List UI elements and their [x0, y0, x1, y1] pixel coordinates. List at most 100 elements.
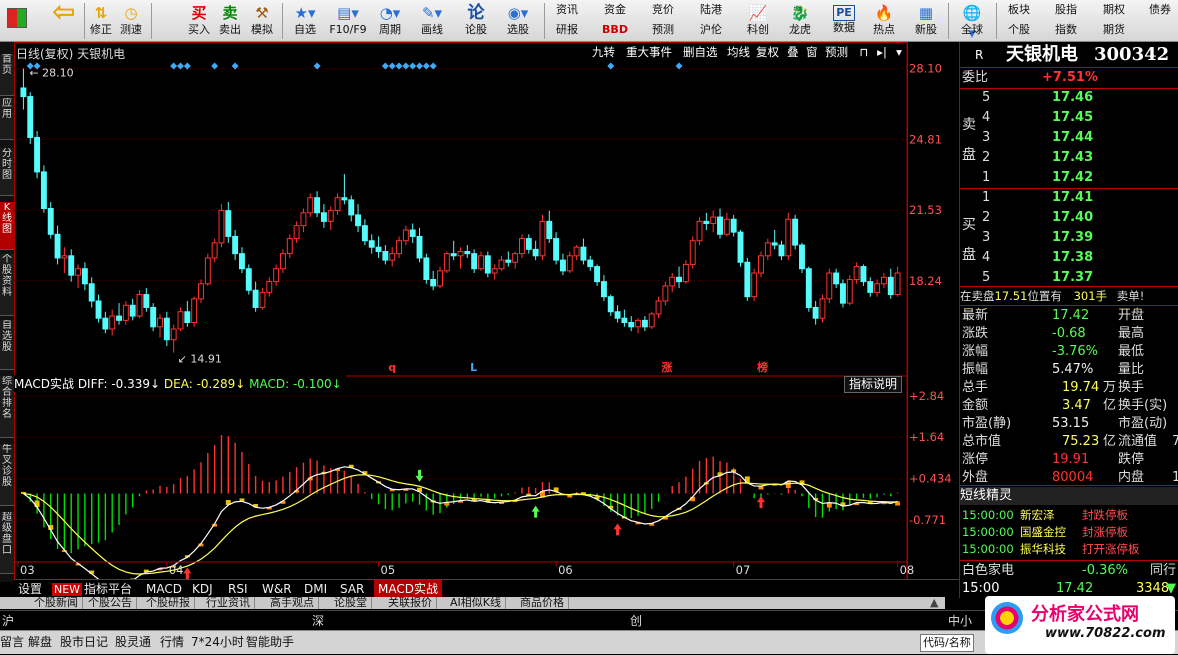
- kline-chart-area[interactable]: 28.10 24.81 21.53 18.24 ← 28.10 ↙ 14.91 q L 涨 榜 +2…: [14, 42, 959, 579]
- chart-menu-forecast[interactable]: 预测: [825, 44, 848, 61]
- tab-kdj[interactable]: KDJ: [188, 580, 217, 598]
- stat-value: -3.76%: [1052, 344, 1098, 359]
- revise-button[interactable]: ⇅ 修正: [86, 0, 116, 42]
- left-tab-ranking[interactable]: 综合排名: [0, 376, 14, 438]
- candle-body: [150, 306, 157, 328]
- new-stock-button[interactable]: ▦ 新股: [908, 0, 944, 42]
- left-tab-diagnosis[interactable]: 牛叉诊股: [0, 444, 14, 506]
- index-sme[interactable]: 中小: [948, 612, 972, 629]
- chart-menu-nine-turn[interactable]: 九转: [592, 44, 615, 61]
- candle-body: [341, 197, 348, 201]
- grid-options-button[interactable]: 期权: [1094, 0, 1134, 19]
- hot-spot-button[interactable]: 🔥 热点: [866, 0, 902, 42]
- data-button[interactable]: PE 数据: [826, 0, 862, 42]
- candle-body: [129, 304, 136, 317]
- left-tab-kline[interactable]: K线图: [0, 202, 14, 250]
- next-arrow-icon[interactable]: ▸|: [874, 44, 890, 61]
- kline-chart-svg[interactable]: 28.10 24.81 21.53 18.24 ← 28.10 ↙ 14.91 q L 涨 榜 +2…: [14, 42, 959, 579]
- tab-macd-practical[interactable]: MACD实战: [374, 580, 442, 598]
- simulate-button[interactable]: ⚒ 模拟: [246, 0, 278, 42]
- sector-row[interactable]: 白色家电 -0.36% 同行: [960, 562, 1178, 580]
- stock-select-button[interactable]: ◉▾ 选股: [498, 0, 538, 42]
- index-shenzhen[interactable]: 深: [312, 612, 324, 629]
- chart-menu-overlay[interactable]: 叠: [787, 44, 799, 61]
- stock-name: 天银机电: [1006, 44, 1078, 65]
- news-tab-forum[interactable]: 论股堂: [330, 597, 372, 609]
- tab-indicator-platform[interactable]: 指标平台: [80, 580, 136, 598]
- toolbar-home-button[interactable]: [2, 0, 32, 42]
- star-market-button[interactable]: 📈 科创: [740, 0, 776, 42]
- candle-body: [628, 322, 635, 328]
- status-assistant-button[interactable]: 智能助手: [246, 631, 294, 655]
- chart-menu-adjust[interactable]: 复权: [756, 44, 779, 61]
- left-tab-home[interactable]: 首页: [0, 54, 14, 96]
- grid-forecast-button[interactable]: 预测: [644, 20, 682, 39]
- speed-test-button[interactable]: ◷ 测速: [116, 0, 146, 42]
- candle-body: [34, 136, 41, 173]
- grid-sh-london-button[interactable]: 沪伦: [692, 20, 730, 39]
- tab-dmi[interactable]: DMI: [300, 580, 331, 598]
- left-tab-intraday[interactable]: 分时图: [0, 148, 14, 196]
- collapse-up-icon[interactable]: ▲: [926, 597, 942, 609]
- dragon-tiger-button[interactable]: 🐉 龙虎: [782, 0, 818, 42]
- chart-menu-remove-favorite[interactable]: 删自选: [683, 44, 718, 61]
- lock-icon[interactable]: ⊓: [856, 44, 872, 61]
- chart-menu-window[interactable]: 窗: [806, 44, 818, 61]
- tab-sar[interactable]: SAR: [336, 580, 368, 598]
- favorites-button[interactable]: ★▾ 自选: [285, 0, 325, 42]
- index-shanghai[interactable]: 沪: [2, 612, 14, 629]
- left-tab-apps[interactable]: 应用: [0, 98, 14, 140]
- dropdown-icon[interactable]: ▾: [892, 44, 906, 61]
- grid-index-futures-button[interactable]: 股指: [1046, 0, 1086, 19]
- sell-button[interactable]: 卖卖出: [215, 0, 245, 42]
- grid-sector-button[interactable]: 板块: [1000, 0, 1038, 19]
- candle-body: [286, 238, 293, 255]
- news-tab-stock-news[interactable]: 个股新闻: [30, 597, 83, 609]
- event-marker: 涨: [661, 360, 672, 374]
- grid-bonds-button[interactable]: 债券: [1142, 0, 1178, 19]
- chart-menu-ma[interactable]: 均线: [727, 44, 750, 61]
- status-diary-button[interactable]: 股市日记: [60, 631, 108, 655]
- tab-rsi[interactable]: RSI: [224, 580, 252, 598]
- grid-news-button[interactable]: 资讯: [548, 0, 586, 19]
- news-tab-industry[interactable]: 行业资讯: [202, 597, 255, 609]
- news-tab-announcements[interactable]: 个股公告: [84, 597, 137, 609]
- candle-body: [710, 216, 717, 225]
- grid-funds-button[interactable]: 资金: [596, 0, 634, 19]
- grid-auction-button[interactable]: 竞价: [644, 0, 682, 19]
- chart-menu-major-events[interactable]: 重大事件: [626, 44, 672, 61]
- tab-macd[interactable]: MACD: [142, 580, 186, 598]
- indicator-help-button[interactable]: 指标说明: [844, 376, 903, 393]
- grid-futures-button[interactable]: 期货: [1094, 20, 1134, 39]
- status-analysis-button[interactable]: 解盘: [28, 631, 52, 655]
- index-chinext[interactable]: 创: [630, 612, 642, 629]
- status-stockbot-button[interactable]: 股灵通: [115, 631, 151, 655]
- draw-line-button[interactable]: ✎▾ 画线: [412, 0, 452, 42]
- back-button[interactable]: ⇦: [46, 0, 80, 42]
- news-tab-related-quotes[interactable]: 关联报价: [384, 597, 437, 609]
- f10-button[interactable]: ▤▾ F10/F9: [326, 0, 370, 42]
- global-button[interactable]: 🌐▾ 全球: [952, 0, 992, 42]
- grid-hk-connect-button[interactable]: 陆港: [692, 0, 730, 19]
- code-search-input[interactable]: 代码/名称: [920, 634, 974, 652]
- status-market-button[interactable]: 行情: [160, 631, 184, 655]
- status-247-button[interactable]: 7*24小时: [191, 631, 244, 655]
- tab-wr[interactable]: W&R: [258, 580, 296, 598]
- stat-label: 总市值: [962, 434, 1002, 449]
- buy-button[interactable]: 买买入: [184, 0, 214, 42]
- left-tab-watchlist[interactable]: 自选股: [0, 320, 14, 370]
- left-tab-super-book[interactable]: 超级盘口: [0, 512, 14, 574]
- tab-settings[interactable]: 设置: [14, 580, 46, 598]
- news-tab-commodities[interactable]: 商品价格: [516, 597, 569, 609]
- grid-bbd-button[interactable]: BBD: [596, 20, 634, 39]
- period-button[interactable]: ◔▾ 周期: [370, 0, 410, 42]
- news-tab-experts[interactable]: 高手观点: [266, 597, 319, 609]
- grid-stock-button[interactable]: 个股: [1000, 20, 1038, 39]
- grid-research-button[interactable]: 研报: [548, 20, 586, 39]
- stock-talk-button[interactable]: 论论股: [456, 0, 496, 42]
- grid-index-button[interactable]: 指数: [1046, 20, 1086, 39]
- status-message-button[interactable]: 留言: [0, 631, 24, 655]
- left-tab-stock-info[interactable]: 个股资料: [0, 254, 14, 316]
- news-tab-research[interactable]: 个股研报: [142, 597, 195, 609]
- news-tab-ai-similar[interactable]: AI相似K线: [446, 597, 506, 609]
